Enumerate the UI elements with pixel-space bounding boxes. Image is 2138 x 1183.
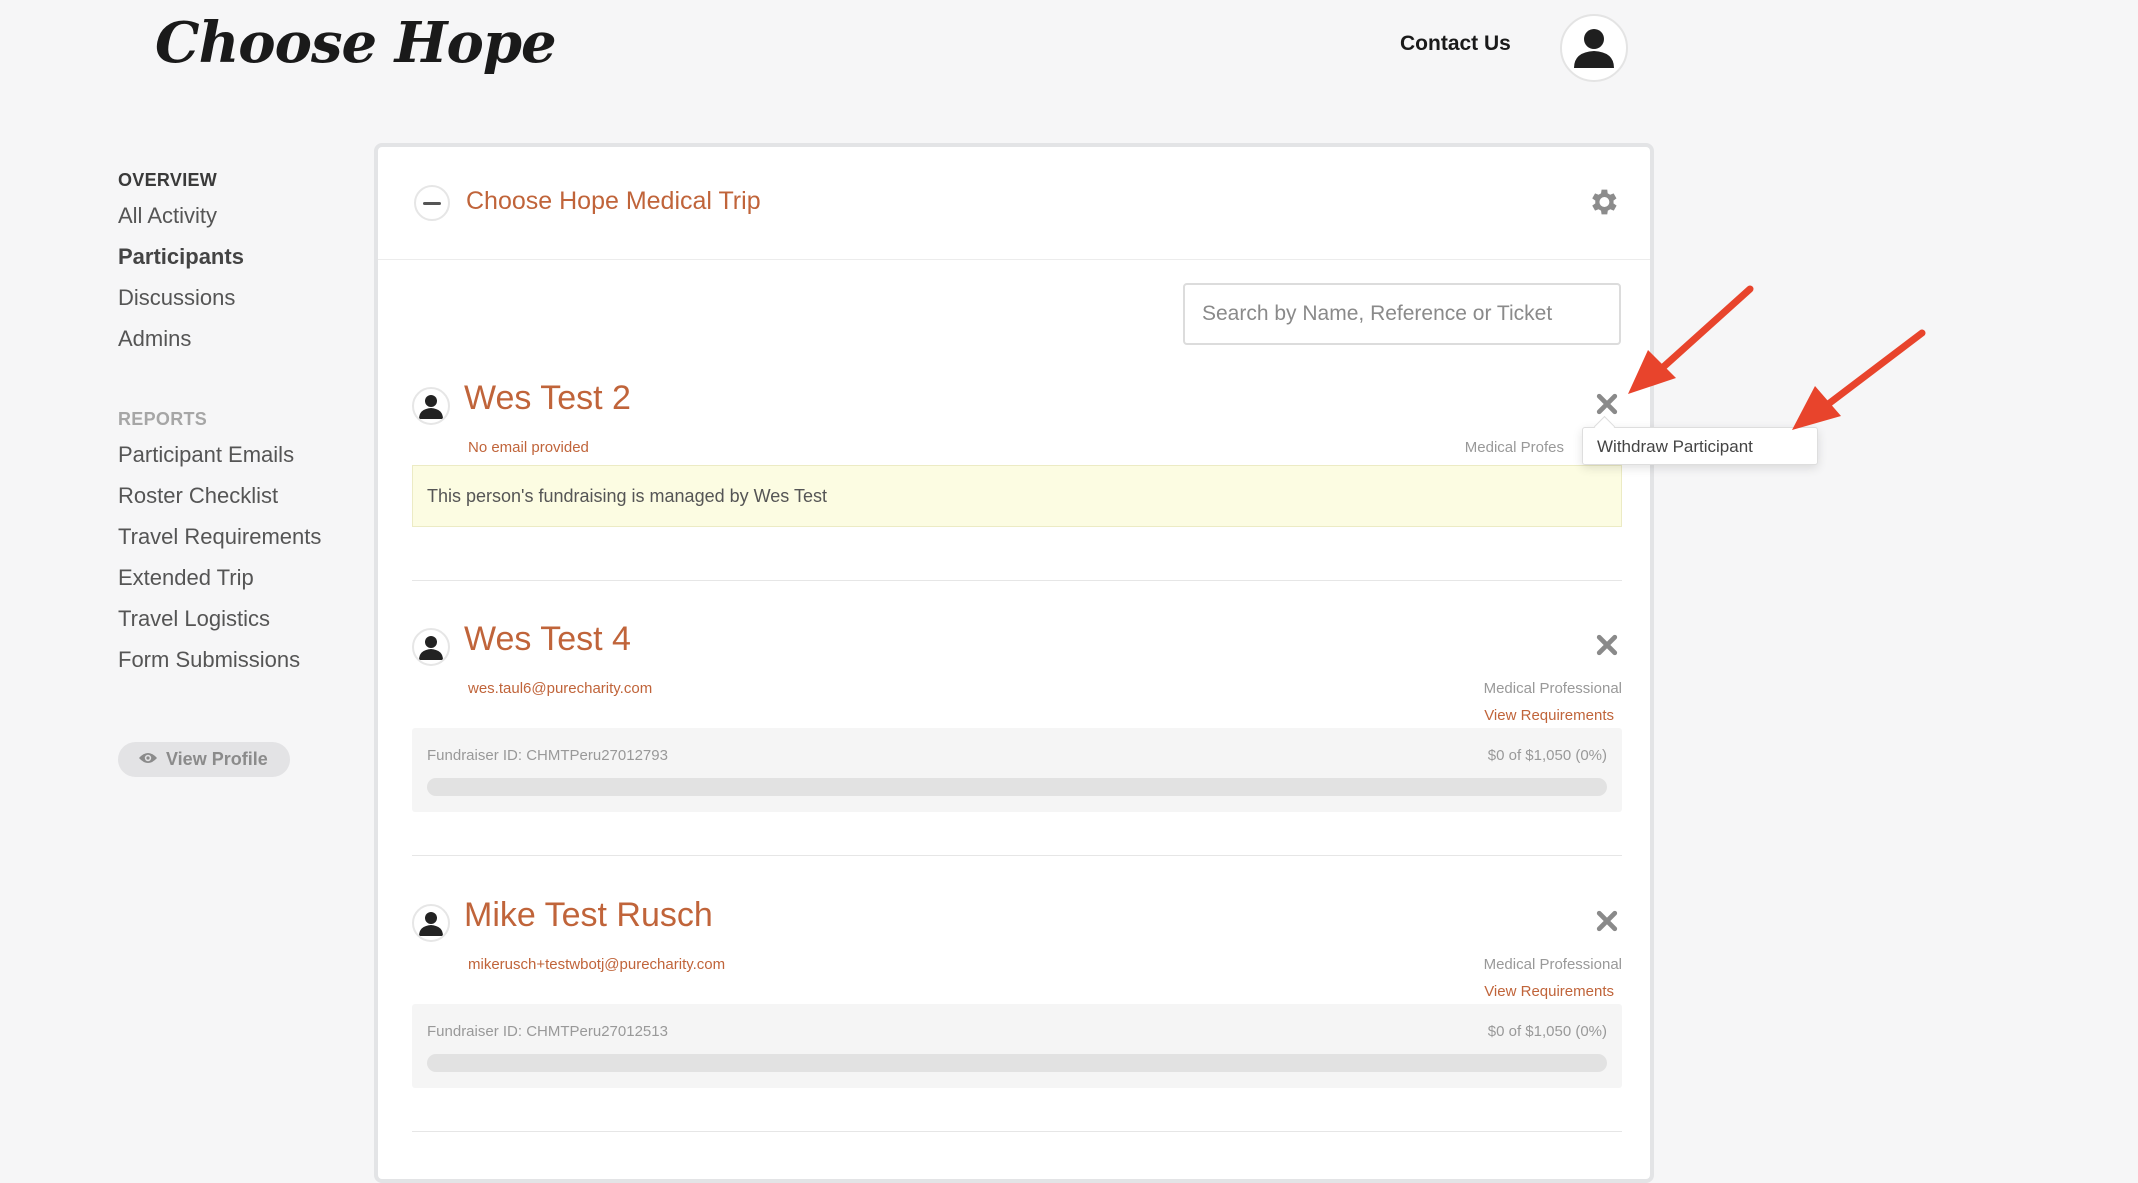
- participant-role: Medical Profes: [1464, 439, 1564, 456]
- sidebar-item-form-submissions[interactable]: Form Submissions: [118, 647, 358, 673]
- gear-icon[interactable]: [1586, 185, 1620, 219]
- fundraiser-progress-box: Fundraiser ID: CHMTPeru27012513 $0 of $1…: [412, 1004, 1622, 1088]
- remove-participant-icon[interactable]: [1594, 908, 1620, 934]
- divider: [412, 1131, 1622, 1132]
- sidebar-item-all-activity[interactable]: All Activity: [118, 203, 358, 229]
- sidebar-item-participant-emails[interactable]: Participant Emails: [118, 442, 358, 468]
- participant-search-input[interactable]: [1183, 283, 1621, 345]
- fundraiser-id: Fundraiser ID: CHMTPeru27012513: [427, 1023, 668, 1040]
- reports-heading: REPORTS: [118, 409, 208, 429]
- sidebar-item-admins[interactable]: Admins: [118, 326, 358, 352]
- annotation-arrow-icon: [1792, 329, 1926, 430]
- fundraiser-progress-bar: [427, 1054, 1607, 1072]
- overview-heading: OVERVIEW: [118, 170, 218, 190]
- user-icon: [419, 395, 443, 419]
- view-requirements-link[interactable]: View Requirements: [1484, 983, 1614, 1000]
- fundraiser-progress-box: Fundraiser ID: CHMTPeru27012793 $0 of $1…: [412, 728, 1622, 812]
- fundraiser-id: Fundraiser ID: CHMTPeru27012793: [427, 747, 668, 764]
- user-avatar-button[interactable]: [1560, 14, 1628, 82]
- participant-role: Medical Professional: [1483, 956, 1622, 973]
- participant-avatar: [412, 904, 450, 942]
- participant-email[interactable]: wes.taul6@purecharity.com: [468, 680, 652, 697]
- participant-role: Medical Professional: [1483, 680, 1622, 697]
- divider: [412, 855, 1622, 856]
- participant-email: No email provided: [468, 439, 589, 456]
- participant-avatar: [412, 387, 450, 425]
- remove-participant-icon[interactable]: [1594, 632, 1620, 658]
- fundraiser-amount: $0 of $1,050 (0%): [1487, 1023, 1607, 1040]
- divider: [412, 580, 1622, 581]
- remove-participant-icon[interactable]: [1594, 391, 1620, 417]
- fundraiser-progress-bar: [427, 778, 1607, 796]
- contact-us-link[interactable]: Contact Us: [1400, 32, 1511, 56]
- fundraising-notice: This person's fundraising is managed by …: [412, 465, 1622, 527]
- participant-email[interactable]: mikerusch+testwbotj@purecharity.com: [468, 956, 725, 973]
- card-header: Choose Hope Medical Trip: [378, 147, 1650, 260]
- view-profile-button[interactable]: View Profile: [118, 742, 290, 777]
- participant-avatar: [412, 628, 450, 666]
- sidebar-item-roster-checklist[interactable]: Roster Checklist: [118, 483, 358, 509]
- view-requirements-link[interactable]: View Requirements: [1484, 707, 1614, 724]
- fundraiser-amount: $0 of $1,050 (0%): [1487, 747, 1607, 764]
- trip-title[interactable]: Choose Hope Medical Trip: [466, 187, 761, 216]
- user-icon: [419, 636, 443, 660]
- trip-logo-icon: [414, 185, 450, 221]
- sidebar-item-extended-trip[interactable]: Extended Trip: [118, 565, 358, 591]
- participant-name[interactable]: Wes Test 2: [464, 379, 631, 418]
- sidebar-item-travel-requirements[interactable]: Travel Requirements: [118, 524, 358, 550]
- sidebar-item-participants[interactable]: Participants: [118, 244, 358, 270]
- user-icon: [419, 912, 443, 936]
- eye-icon: [138, 749, 158, 770]
- participant-name[interactable]: Wes Test 4: [464, 620, 631, 659]
- sidebar-item-travel-logistics[interactable]: Travel Logistics: [118, 606, 358, 632]
- sidebar-nav: OVERVIEW All Activity Participants Discu…: [118, 170, 358, 777]
- user-icon: [1574, 29, 1614, 68]
- trip-card: Choose Hope Medical Trip Wes Test 2 No e…: [374, 143, 1654, 1183]
- withdraw-participant-tooltip[interactable]: Withdraw Participant: [1582, 427, 1818, 465]
- participant-name[interactable]: Mike Test Rusch: [464, 896, 713, 935]
- view-profile-label: View Profile: [166, 749, 268, 769]
- sidebar-item-discussions[interactable]: Discussions: [118, 285, 358, 311]
- choose-hope-logo[interactable]: Choose Hope: [155, 10, 557, 76]
- withdraw-participant-label: Withdraw Participant: [1597, 437, 1753, 456]
